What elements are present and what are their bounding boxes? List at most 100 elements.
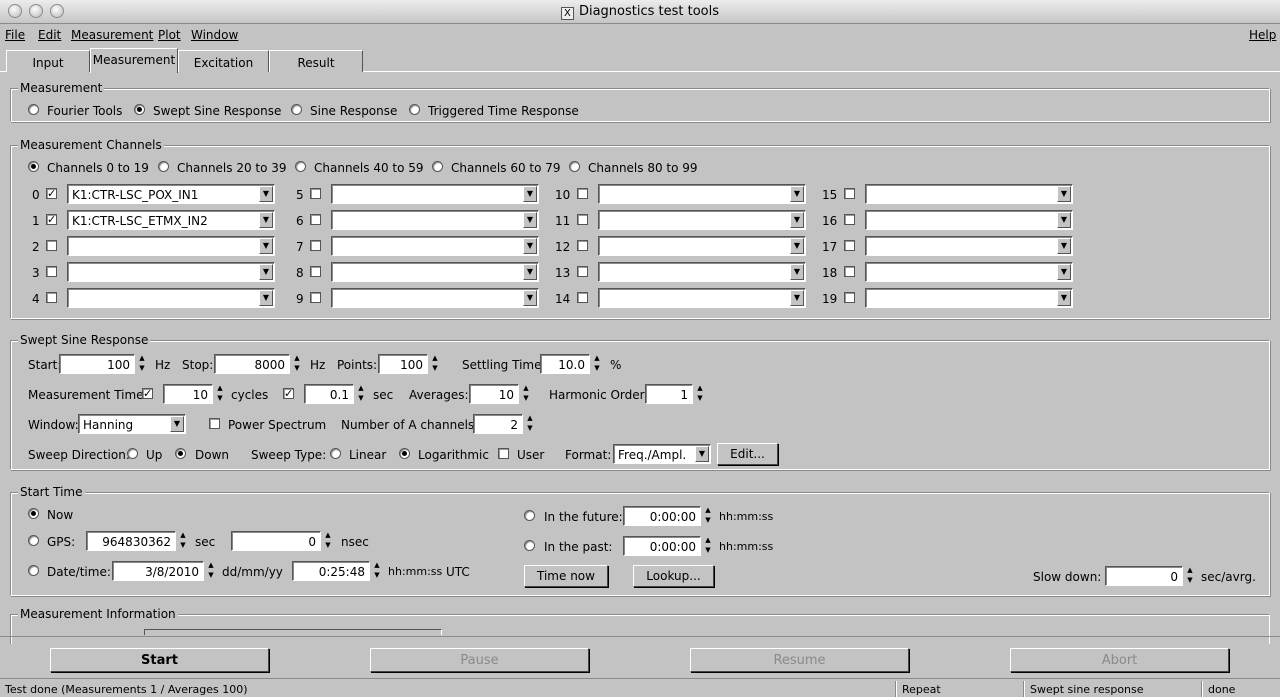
future-radio[interactable] xyxy=(524,510,535,521)
spin-down-icon[interactable]: ▼ xyxy=(205,571,217,581)
chevron-down-icon[interactable]: ▼ xyxy=(695,446,709,462)
spin-up-icon[interactable]: ▲ xyxy=(214,384,226,394)
channel-select[interactable]: ▼ xyxy=(865,262,1073,282)
channel-select[interactable]: ▼ xyxy=(331,210,539,230)
chevron-down-icon[interactable]: ▼ xyxy=(790,212,804,228)
spin-up-icon[interactable]: ▲ xyxy=(520,384,532,394)
chevron-down-icon[interactable]: ▼ xyxy=(1057,238,1071,254)
channel-checkbox[interactable] xyxy=(577,266,588,277)
spin-up-icon[interactable]: ▲ xyxy=(702,506,714,516)
time-now-button[interactable]: Time now xyxy=(524,565,608,587)
slow-down-value[interactable]: 0 xyxy=(1105,566,1183,586)
cycles-checkbox[interactable]: ✓ xyxy=(142,388,153,399)
spin-down-icon[interactable]: ▼ xyxy=(291,364,303,374)
window-select[interactable]: Hanning ▼ xyxy=(78,414,186,434)
channel-select[interactable]: K1:CTR-LSC_ETMX_IN2 ▼ xyxy=(67,210,275,230)
channel-checkbox[interactable] xyxy=(844,266,855,277)
spin-up-icon[interactable]: ▲ xyxy=(136,354,148,364)
menu-window[interactable]: Window xyxy=(191,28,238,42)
edit-button[interactable]: Edit... xyxy=(717,443,778,465)
gps-nsec-value[interactable]: 0 xyxy=(231,531,321,551)
channel-checkbox[interactable] xyxy=(310,240,321,251)
settling-value[interactable]: 10.0 xyxy=(540,354,590,374)
channel-select[interactable]: ▼ xyxy=(331,288,539,308)
menu-edit[interactable]: Edit xyxy=(38,28,61,42)
seconds-checkbox[interactable]: ✓ xyxy=(283,388,294,399)
menu-help[interactable]: Help xyxy=(1249,28,1276,42)
channel-select[interactable]: ▼ xyxy=(598,184,806,204)
channel-checkbox[interactable] xyxy=(844,214,855,225)
chevron-down-icon[interactable]: ▼ xyxy=(259,212,273,228)
measurement-type-radio[interactable] xyxy=(28,104,39,115)
chevron-down-icon[interactable]: ▼ xyxy=(523,290,537,306)
pause-button[interactable]: Pause xyxy=(370,648,589,672)
tab-excitation[interactable]: Excitation xyxy=(178,50,269,72)
tab-input[interactable]: Input xyxy=(6,50,90,72)
chevron-down-icon[interactable]: ▼ xyxy=(523,238,537,254)
channel-range-radio[interactable] xyxy=(28,161,39,172)
spin-down-icon[interactable]: ▼ xyxy=(591,364,603,374)
averages-value[interactable]: 10 xyxy=(469,384,519,404)
channel-checkbox[interactable] xyxy=(577,188,588,199)
tab-result[interactable]: Result xyxy=(269,50,363,72)
spin-down-icon[interactable]: ▼ xyxy=(702,516,714,526)
channel-select[interactable]: ▼ xyxy=(865,210,1073,230)
channel-checkbox[interactable] xyxy=(844,240,855,251)
spin-up-icon[interactable]: ▲ xyxy=(429,354,441,364)
channel-select[interactable]: ▼ xyxy=(598,262,806,282)
power-spectrum-checkbox[interactable] xyxy=(209,418,220,429)
sweep-down-radio[interactable] xyxy=(175,448,186,459)
channel-checkbox[interactable] xyxy=(46,240,57,251)
chevron-down-icon[interactable]: ▼ xyxy=(1057,212,1071,228)
datetime-radio[interactable] xyxy=(28,565,39,576)
channel-range-radio[interactable] xyxy=(432,161,443,172)
channel-select[interactable]: ▼ xyxy=(67,288,275,308)
sweep-log-radio[interactable] xyxy=(399,448,410,459)
spin-up-icon[interactable]: ▲ xyxy=(702,536,714,546)
chevron-down-icon[interactable]: ▼ xyxy=(790,290,804,306)
measurement-type-radio[interactable] xyxy=(134,104,145,115)
channel-select[interactable]: ▼ xyxy=(598,236,806,256)
sweep-up-radio[interactable] xyxy=(127,448,138,459)
spin-up-icon[interactable]: ▲ xyxy=(524,414,536,424)
channel-select[interactable]: ▼ xyxy=(67,236,275,256)
channel-checkbox[interactable] xyxy=(577,214,588,225)
measurement-type-radio[interactable] xyxy=(409,104,420,115)
channel-checkbox[interactable] xyxy=(46,292,57,303)
menu-file[interactable]: File xyxy=(5,28,25,42)
channel-select[interactable]: ▼ xyxy=(865,184,1073,204)
spin-down-icon[interactable]: ▼ xyxy=(520,394,532,404)
num-a-channels-value[interactable]: 2 xyxy=(473,414,523,434)
start-button[interactable]: Start xyxy=(50,648,269,672)
chevron-down-icon[interactable]: ▼ xyxy=(259,186,273,202)
menu-measurement[interactable]: Measurement xyxy=(71,28,153,42)
channel-checkbox[interactable]: ✓ xyxy=(46,188,57,199)
channel-range-radio[interactable] xyxy=(569,161,580,172)
past-radio[interactable] xyxy=(524,540,535,551)
spin-down-icon[interactable]: ▼ xyxy=(694,394,706,404)
channel-select[interactable]: ▼ xyxy=(331,184,539,204)
gps-radio[interactable] xyxy=(28,535,39,546)
channel-select[interactable]: ▼ xyxy=(598,210,806,230)
spin-up-icon[interactable]: ▲ xyxy=(177,531,189,541)
channel-checkbox[interactable]: ✓ xyxy=(46,214,57,225)
spin-down-icon[interactable]: ▼ xyxy=(1184,576,1196,586)
sweep-user-checkbox[interactable] xyxy=(498,448,509,459)
lookup-button[interactable]: Lookup... xyxy=(633,565,714,587)
channel-checkbox[interactable] xyxy=(46,266,57,277)
channel-select[interactable]: ▼ xyxy=(331,262,539,282)
chevron-down-icon[interactable]: ▼ xyxy=(259,264,273,280)
cycles-value[interactable]: 10 xyxy=(163,384,213,404)
chevron-down-icon[interactable]: ▼ xyxy=(259,290,273,306)
spin-up-icon[interactable]: ▲ xyxy=(355,384,367,394)
spin-down-icon[interactable]: ▼ xyxy=(136,364,148,374)
spin-down-icon[interactable]: ▼ xyxy=(177,541,189,551)
spin-up-icon[interactable]: ▲ xyxy=(1184,566,1196,576)
channel-select[interactable]: ▼ xyxy=(865,288,1073,308)
channel-select[interactable]: ▼ xyxy=(67,262,275,282)
channel-range-radio[interactable] xyxy=(158,161,169,172)
chevron-down-icon[interactable]: ▼ xyxy=(790,264,804,280)
spin-down-icon[interactable]: ▼ xyxy=(214,394,226,404)
time-value[interactable]: 0:25:48 xyxy=(292,561,370,581)
channel-checkbox[interactable] xyxy=(310,214,321,225)
